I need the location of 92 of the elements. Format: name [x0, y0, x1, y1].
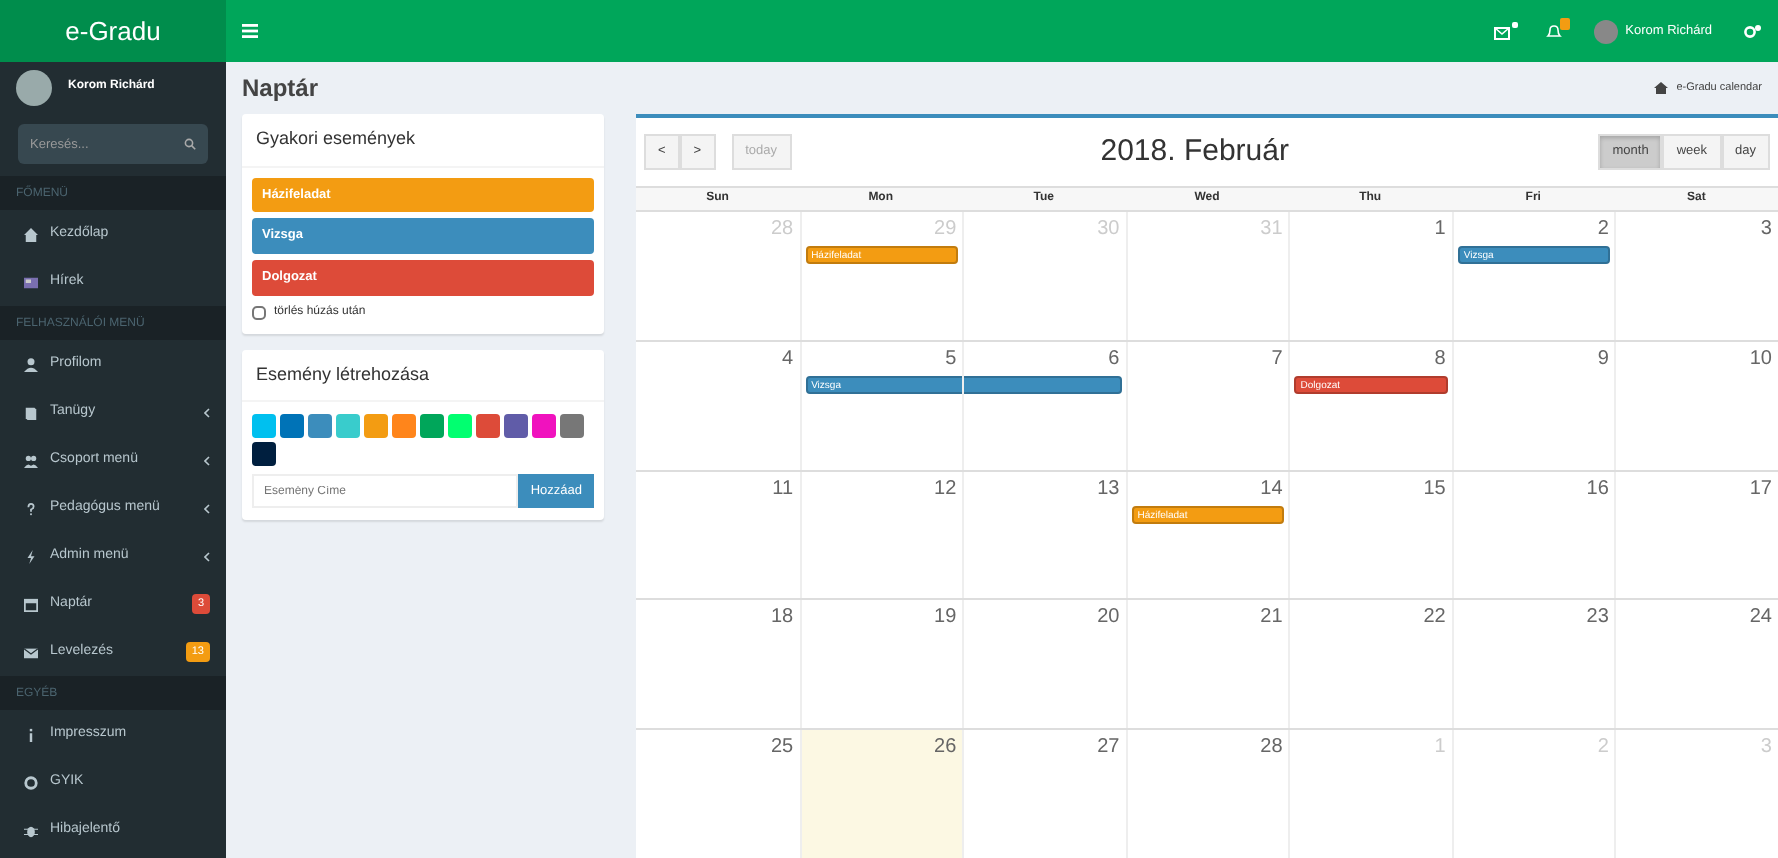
day-number: 9	[1595, 345, 1611, 374]
day-number: 3	[1758, 216, 1774, 244]
info-icon	[24, 727, 38, 741]
day-cell[interactable]: 26	[799, 730, 963, 858]
color-swatch[interactable]	[532, 414, 556, 439]
bug-icon	[24, 823, 38, 837]
question-mark-icon	[24, 501, 38, 515]
day-number: 28	[1258, 734, 1285, 763]
day-number: 2	[1595, 216, 1611, 244]
bell-icon[interactable]	[1545, 23, 1562, 39]
day-number: 21	[1258, 604, 1285, 633]
newspaper-icon	[24, 275, 38, 289]
day-cell[interactable]: 11	[636, 471, 800, 599]
day-number: 18	[768, 604, 796, 633]
day-number: 11	[770, 475, 796, 504]
day-number: 10	[1747, 345, 1774, 374]
day-number: 1	[1432, 216, 1448, 244]
day-cell[interactable]: 6	[962, 341, 1126, 470]
envelope-icon	[24, 645, 38, 659]
day-number: 22	[1421, 604, 1448, 633]
day-number: 7	[1269, 345, 1285, 374]
day-cell[interactable]: 16	[1451, 471, 1615, 599]
color-swatch[interactable]	[280, 414, 304, 439]
color-swatch[interactable]	[336, 414, 360, 439]
day-cell[interactable]: 13	[962, 471, 1126, 599]
day-cell[interactable]: 1	[1288, 212, 1452, 340]
gears-icon[interactable]	[1744, 24, 1762, 38]
color-swatch[interactable]	[504, 414, 528, 439]
color-swatch[interactable]	[560, 414, 584, 439]
calendar-event[interactable]	[964, 375, 1122, 394]
day-cell[interactable]: 22	[1288, 600, 1452, 729]
day-number: 17	[1747, 475, 1774, 504]
user-icon	[24, 357, 38, 371]
search-icon[interactable]	[184, 138, 196, 150]
avatar	[1593, 19, 1618, 43]
book-icon	[24, 405, 38, 419]
bolt-icon	[24, 549, 38, 563]
day-cell[interactable]: 21	[1125, 600, 1289, 729]
day-cell[interactable]: 17	[1614, 471, 1778, 599]
day-number: 12	[932, 475, 959, 504]
day-cell[interactable]: 25	[636, 730, 800, 858]
group-icon	[24, 453, 38, 467]
day-number: 8	[1432, 345, 1448, 374]
color-swatch[interactable]	[252, 414, 276, 439]
day-number: 16	[1584, 475, 1611, 504]
calendar-title: 2018. Február	[1098, 131, 1291, 172]
card-title: Gyakori események	[242, 114, 604, 167]
day-cell[interactable]: 3	[1614, 212, 1778, 340]
day-number: 24	[1747, 604, 1774, 633]
day-cell[interactable]: 10	[1614, 341, 1778, 470]
envelope-icon[interactable]	[1493, 23, 1514, 39]
day-cell[interactable]: 9	[1451, 341, 1615, 470]
day-cell[interactable]: 24	[1614, 600, 1778, 729]
color-swatch[interactable]	[476, 414, 500, 439]
day-number: 5	[943, 345, 959, 374]
card-title: Esemény létrehozása	[242, 349, 604, 403]
day-cell[interactable]: 12	[799, 471, 963, 599]
home-icon	[1654, 82, 1669, 94]
day-number: 15	[1421, 475, 1448, 504]
color-swatch[interactable]	[364, 414, 388, 439]
checkbox[interactable]	[252, 305, 266, 320]
day-number: 14	[1258, 475, 1285, 504]
day-number: 25	[768, 734, 796, 763]
color-swatch[interactable]	[420, 414, 444, 439]
color-swatch[interactable]	[392, 414, 416, 439]
day-number: 27	[1095, 734, 1122, 763]
day-cell[interactable]: 23	[1451, 600, 1615, 729]
calendar-icon	[24, 597, 38, 611]
day-cell[interactable]: 15	[1288, 471, 1452, 599]
color-swatch[interactable]	[252, 442, 276, 467]
day-cell[interactable]: 20	[962, 600, 1126, 729]
color-swatch[interactable]	[448, 414, 472, 439]
life-ring-icon	[24, 775, 38, 789]
day-number: 20	[1095, 604, 1122, 633]
day-number: 26	[932, 734, 959, 763]
day-number: 4	[780, 345, 796, 374]
day-number: 19	[932, 604, 959, 633]
avatar	[16, 69, 52, 105]
day-number: 23	[1584, 604, 1611, 633]
day-cell[interactable]: 4	[636, 341, 800, 470]
day-number: 13	[1095, 475, 1122, 504]
day-cell[interactable]: 18	[636, 600, 800, 729]
day-cell[interactable]: 27	[962, 730, 1126, 858]
home-icon	[24, 227, 38, 241]
day-cell[interactable]: 19	[799, 600, 963, 729]
day-number: 6	[1106, 345, 1122, 374]
day-cell[interactable]: 7	[1125, 341, 1289, 470]
page-title: Naptár	[242, 72, 319, 106]
day-cell[interactable]: 28	[1125, 730, 1289, 858]
color-swatch[interactable]	[308, 414, 332, 439]
brand-logo[interactable]: e-Gradu	[0, 0, 226, 62]
menu-icon[interactable]	[242, 24, 258, 38]
